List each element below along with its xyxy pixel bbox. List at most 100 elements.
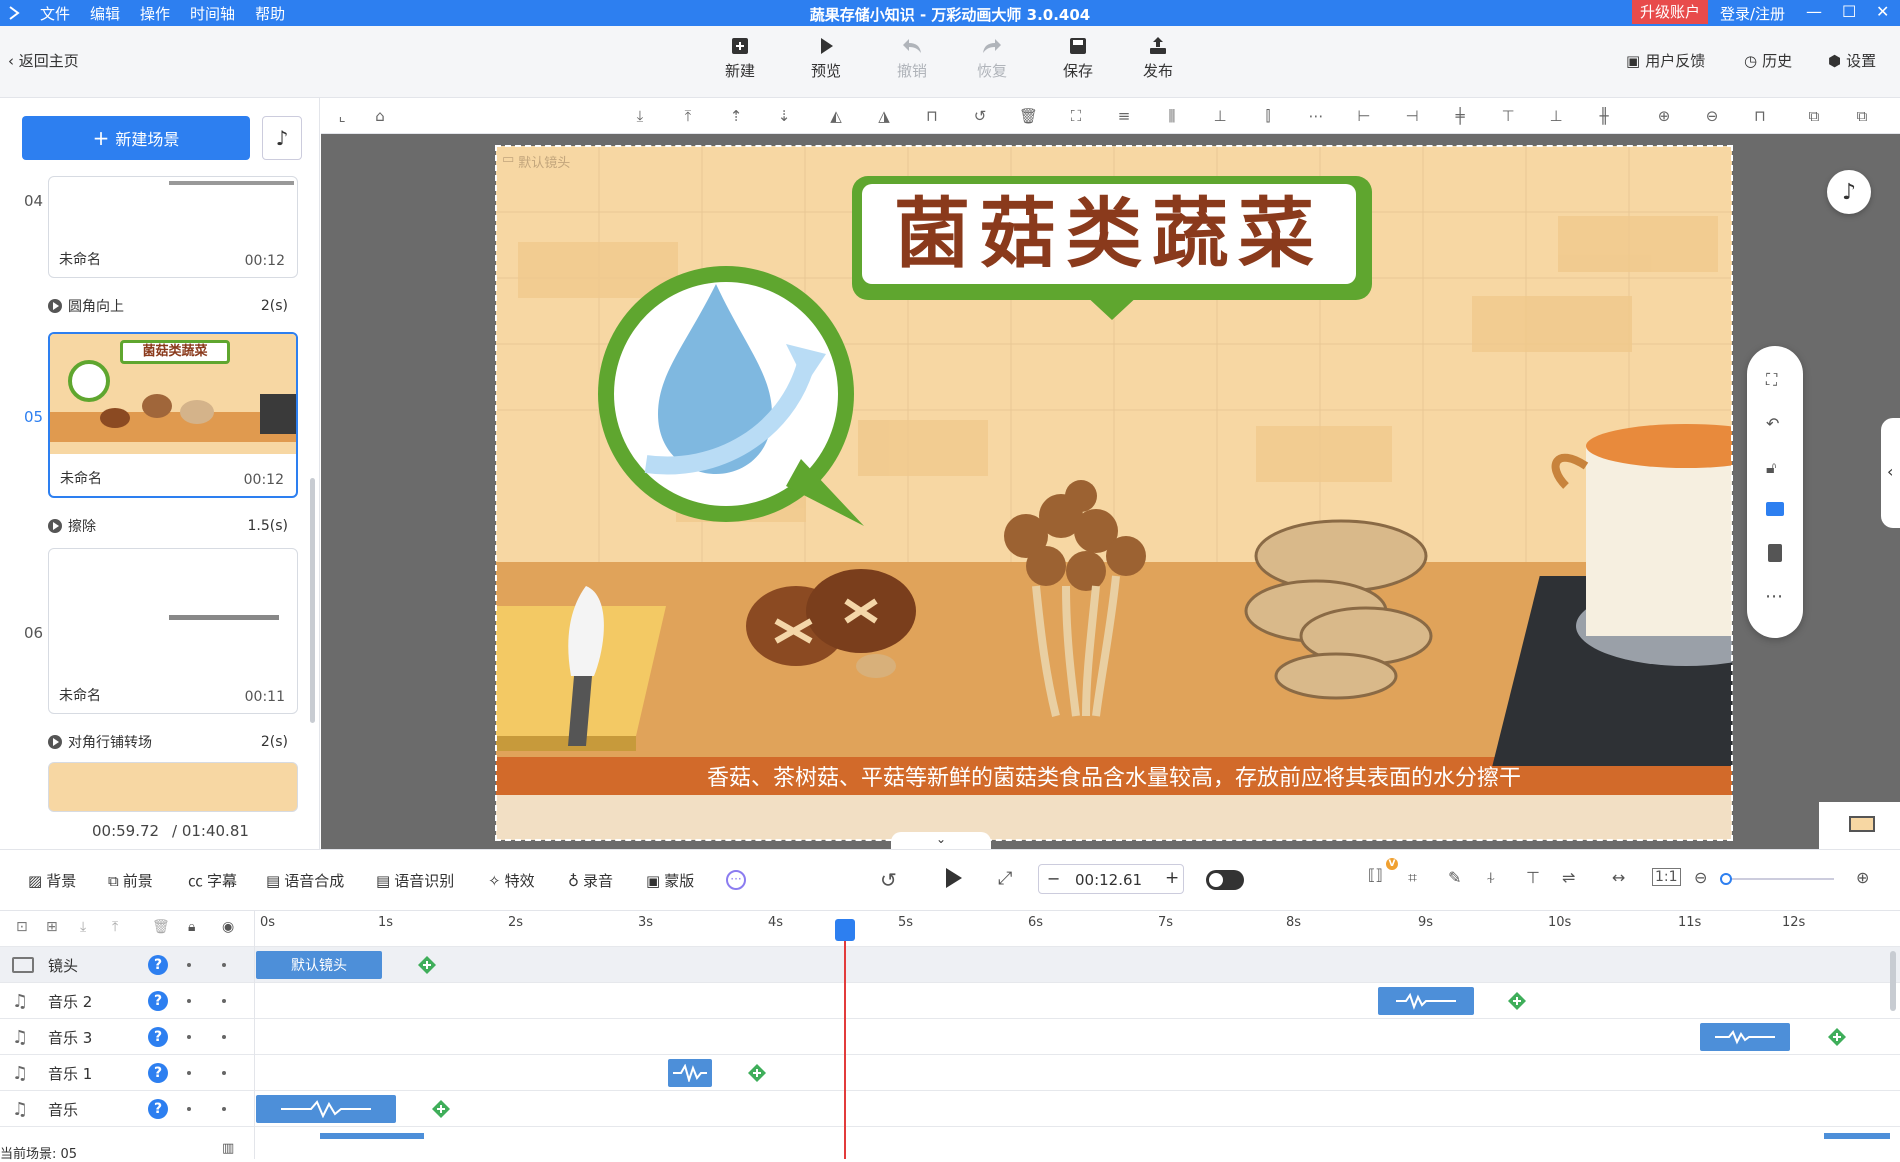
unlock-icon[interactable]: 🔓︎ bbox=[1766, 458, 1776, 478]
distribute-icon[interactable]: ≡ bbox=[1115, 107, 1133, 125]
camera-clip[interactable]: 默认镜头 bbox=[256, 951, 382, 979]
space-v-icon[interactable]: ⋯ bbox=[1307, 107, 1325, 125]
background-button[interactable]: ▨ 背景 bbox=[28, 870, 76, 891]
new-button[interactable]: 新建 bbox=[710, 36, 770, 81]
decrement-icon[interactable]: − bbox=[1047, 869, 1060, 888]
zoom-slider-thumb[interactable] bbox=[1720, 873, 1732, 885]
add-keyframe-icon[interactable] bbox=[1508, 992, 1526, 1010]
adjust-icon[interactable]: ⇌ bbox=[1562, 868, 1575, 887]
time-ruler[interactable]: 0s 1s 2s 3s 4s 5s 6s 7s 8s 9s 10s 11s 12… bbox=[256, 911, 1900, 947]
settings-link[interactable]: ⬢ 设置 bbox=[1828, 50, 1876, 71]
timeline-play-button[interactable] bbox=[942, 866, 964, 890]
track-music-3[interactable]: ♫ 音乐 3 ? bbox=[0, 1019, 1900, 1055]
visibility-dot[interactable] bbox=[187, 1035, 191, 1039]
timeline-scrollbar[interactable] bbox=[1890, 951, 1896, 1011]
login-register-link[interactable]: 登录/注册 bbox=[1720, 3, 1785, 24]
lock-dot[interactable] bbox=[222, 999, 226, 1003]
time-value[interactable]: 00:12.61 bbox=[1075, 871, 1142, 889]
add-keyframe-icon[interactable] bbox=[1828, 1028, 1846, 1046]
new-scene-button[interactable]: + 新建场景 bbox=[22, 116, 250, 160]
delete-icon[interactable]: 🗑︎ bbox=[1019, 107, 1038, 125]
flip-vertical-icon[interactable]: ◮ bbox=[875, 107, 893, 125]
help-icon[interactable]: ? bbox=[148, 955, 168, 975]
partial-clip[interactable] bbox=[1824, 1133, 1890, 1139]
scene-list-scrollbar[interactable] bbox=[310, 478, 315, 723]
zoom-slider[interactable] bbox=[1720, 873, 1834, 885]
back-home-button[interactable]: ‹ 返回主页 bbox=[8, 50, 79, 71]
align-bottom-icon[interactable]: ⤓ bbox=[631, 107, 649, 125]
zoom-in-icon[interactable]: ⊕ bbox=[1856, 868, 1869, 887]
zoom-out-icon[interactable]: ⊖ bbox=[1703, 107, 1721, 125]
filter-icon[interactable]: ⊤ bbox=[1526, 868, 1540, 887]
align-middle-icon[interactable]: ╫ bbox=[1595, 107, 1613, 125]
home-icon[interactable]: ⌂ bbox=[371, 107, 389, 125]
lock-dot[interactable] bbox=[222, 963, 226, 967]
lock-dot[interactable] bbox=[222, 1035, 226, 1039]
audio-clip[interactable] bbox=[668, 1059, 712, 1087]
align-center-icon[interactable]: ╪ bbox=[1451, 107, 1469, 125]
add-layer-icon[interactable]: ⊞ bbox=[46, 919, 58, 935]
fullscreen-icon[interactable]: ⤢ bbox=[998, 868, 1012, 889]
align-left-icon[interactable]: ⊢ bbox=[1355, 107, 1373, 125]
delete-icon[interactable]: 🗑︎ bbox=[152, 919, 170, 935]
record-button[interactable]: ♁ 录音 bbox=[568, 870, 613, 891]
visibility-dot[interactable] bbox=[187, 1107, 191, 1111]
zoom-in-icon[interactable]: ⊕ bbox=[1655, 107, 1673, 125]
history-link[interactable]: ◷ 历史 bbox=[1744, 50, 1792, 71]
align-bottom2-icon[interactable]: ⊥ bbox=[1547, 107, 1565, 125]
track-music-1[interactable]: ♫ 音乐 1 ? bbox=[0, 1055, 1900, 1091]
lock-icon[interactable]: ⊓ bbox=[1751, 107, 1769, 125]
help-icon[interactable]: ? bbox=[148, 1063, 168, 1083]
track-camera[interactable]: 镜头 ? 默认镜头 bbox=[0, 947, 1900, 983]
foreground-button[interactable]: ⧉ 前景 bbox=[108, 870, 153, 891]
bottom-panel-toggle[interactable]: ⌄ bbox=[891, 832, 991, 850]
audio-clip[interactable] bbox=[1378, 987, 1474, 1015]
more-options-icon[interactable]: ··· bbox=[726, 870, 746, 890]
add-keyframe-icon[interactable] bbox=[748, 1064, 766, 1082]
audio-clip[interactable] bbox=[256, 1095, 396, 1123]
lock-icon[interactable]: 🔒︎ bbox=[188, 919, 195, 935]
camera-fit-icon[interactable]: ⟦⟧ bbox=[1368, 866, 1383, 884]
time-stepper[interactable]: − 00:12.61 + bbox=[1038, 864, 1184, 894]
replay-icon[interactable]: ↺ bbox=[880, 868, 897, 892]
undo-button[interactable]: 撤销 bbox=[882, 36, 942, 81]
canvas-music-button[interactable]: ♪ bbox=[1827, 170, 1871, 214]
copy-icon[interactable]: ⧉ bbox=[1805, 107, 1823, 125]
snapshot-icon[interactable]: ⌗ bbox=[1408, 868, 1417, 888]
track-music[interactable]: ♫ 音乐 ? bbox=[0, 1091, 1900, 1127]
move-down-icon[interactable]: ⤓ bbox=[80, 919, 86, 935]
fit-width-icon[interactable]: ↔ bbox=[1612, 868, 1625, 887]
save-button[interactable]: 保存 bbox=[1048, 36, 1108, 81]
caption-button[interactable]: ㏄字幕 bbox=[188, 870, 237, 891]
speech-recognition-button[interactable]: ▤ 语音识别 bbox=[376, 870, 454, 891]
scene-card-06[interactable]: 未命名 00:11 bbox=[48, 548, 298, 714]
scene-music-button[interactable]: ♪ bbox=[262, 116, 302, 160]
align-top2-icon[interactable]: ⊤ bbox=[1499, 107, 1517, 125]
partial-clip[interactable] bbox=[320, 1133, 424, 1139]
redo-button[interactable]: 恢复 bbox=[962, 36, 1022, 81]
align-v-icon[interactable]: ⫼ bbox=[1163, 107, 1181, 125]
new-folder-icon[interactable]: ⊡ bbox=[16, 919, 28, 935]
align-tool-icon[interactable]: ⌞ bbox=[333, 107, 351, 125]
close-icon[interactable]: ✕ bbox=[1876, 2, 1889, 21]
move-up-icon[interactable]: ⤒ bbox=[112, 919, 118, 935]
align-right-icon[interactable]: ⊣ bbox=[1403, 107, 1421, 125]
rotate-icon[interactable]: ↶ bbox=[1766, 414, 1779, 433]
zoom-out-icon[interactable]: ⊖ bbox=[1694, 868, 1707, 887]
send-back-icon[interactable]: ⇣ bbox=[775, 107, 793, 125]
scene-card-07[interactable] bbox=[48, 762, 298, 812]
space-h-icon[interactable]: ⫿ bbox=[1259, 107, 1277, 125]
effects-button[interactable]: ✧ 特效 bbox=[488, 870, 535, 891]
maximize-icon[interactable]: ☐ bbox=[1842, 2, 1856, 21]
bring-front-icon[interactable]: ⇡ bbox=[727, 107, 745, 125]
screen-icon[interactable] bbox=[1766, 502, 1784, 516]
book-icon[interactable]: ▥ bbox=[222, 1141, 234, 1156]
lock-dot[interactable] bbox=[222, 1071, 226, 1075]
capture-icon[interactable]: ⛶ bbox=[1067, 107, 1085, 125]
right-panel-toggle[interactable]: ‹ bbox=[1881, 418, 1900, 528]
track-music-2[interactable]: ♫ 音乐 2 ? bbox=[0, 983, 1900, 1019]
increment-icon[interactable]: + bbox=[1165, 868, 1179, 888]
flip-horizontal-icon[interactable]: ◭ bbox=[827, 107, 845, 125]
upgrade-account-button[interactable]: 升级账户 bbox=[1632, 0, 1709, 24]
help-icon[interactable]: ? bbox=[148, 1099, 168, 1119]
